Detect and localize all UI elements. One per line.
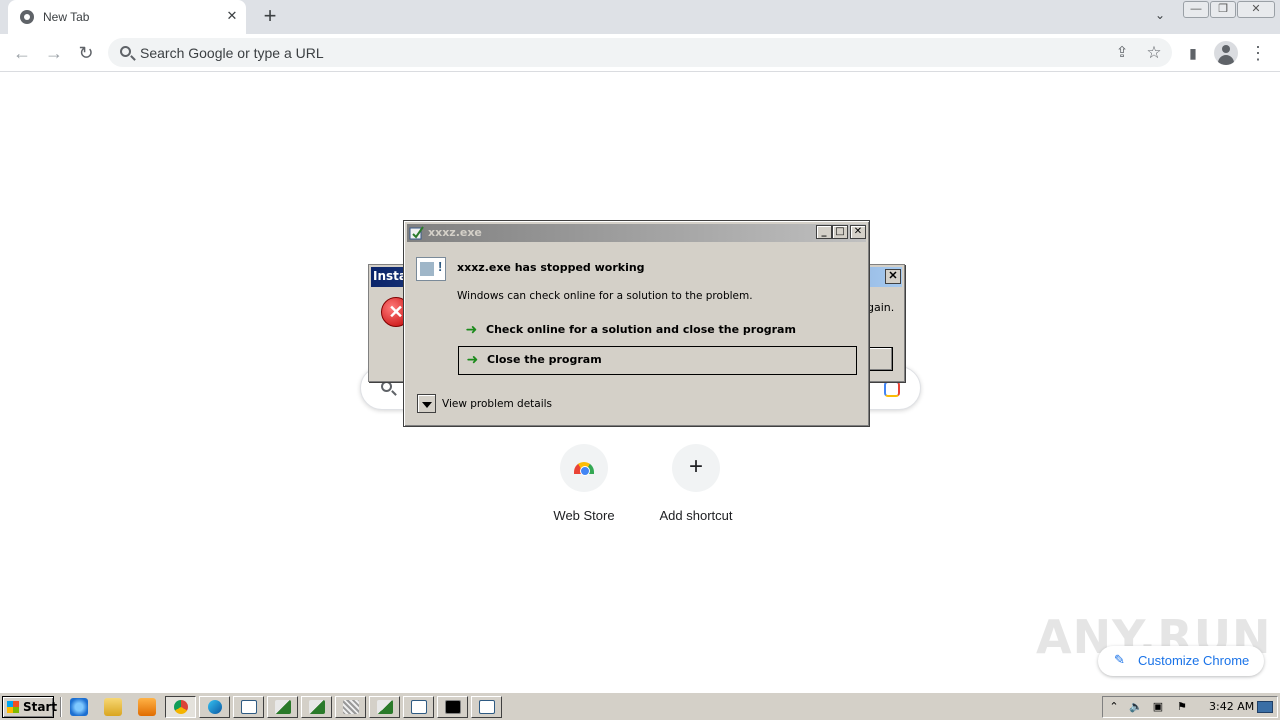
crash-dialog-titlebar[interactable]: xxxz.exe _ □ ✕ [407, 224, 866, 242]
plus-icon: + [688, 453, 703, 480]
forward-button[interactable]: → [43, 42, 65, 64]
folder-icon[interactable] [104, 698, 122, 716]
shortcut-web-store[interactable]: Web Store [528, 444, 640, 534]
green-arrow-icon: ➜ [466, 352, 479, 368]
taskbar-item-console[interactable] [437, 696, 468, 718]
search-icon [381, 381, 392, 392]
pencil-icon: ✎ [1114, 652, 1125, 667]
start-button[interactable]: Start [2, 696, 58, 718]
app-icon [409, 226, 424, 240]
show-desktop-icon[interactable] [1257, 701, 1273, 713]
tab-close-icon[interactable]: ✕ [224, 8, 240, 24]
option-label: Close the program [487, 353, 602, 366]
shortcut-add[interactable]: + Add shortcut [640, 444, 752, 534]
clock[interactable]: 3:42 AM [1209, 700, 1254, 713]
omnibox[interactable]: ⇪ ☆ [108, 38, 1172, 67]
taskbar-separator [60, 697, 62, 717]
window-minimize-button[interactable]: — [1183, 1, 1209, 18]
taskbar-item-chrome[interactable] [165, 696, 196, 718]
new-tab-button[interactable]: + [258, 5, 282, 29]
back-button[interactable]: ← [11, 42, 33, 64]
crash-dialog-title: xxxz.exe [428, 226, 482, 239]
google-lens-icon[interactable] [884, 381, 900, 397]
shortcut-label: Add shortcut [659, 508, 733, 523]
view-details-label[interactable]: View problem details [442, 398, 552, 410]
taskbar-item-window-3[interactable] [471, 696, 502, 718]
program-window-icon [416, 257, 446, 281]
close-button[interactable]: ✕ [850, 225, 866, 239]
window-icon [479, 700, 495, 714]
window-close-button[interactable]: ✕ [1237, 1, 1275, 18]
view-details-toggle[interactable] [417, 394, 436, 413]
search-icon [120, 46, 131, 57]
chrome-icon [20, 10, 34, 24]
tab-new-tab[interactable]: New Tab ✕ [8, 0, 246, 34]
window-restore-button[interactable]: ❐ [1210, 1, 1236, 18]
tab-title: New Tab [43, 10, 90, 24]
side-panel-icon[interactable]: ▮ [1182, 42, 1204, 64]
action-center-flag-icon[interactable]: ⚑ [1175, 700, 1189, 714]
edge-icon [208, 700, 222, 714]
taskbar-item-installer-1[interactable] [267, 696, 298, 718]
crash-description: Windows can check online for a solution … [457, 290, 753, 302]
option-label: Check online for a solution and close th… [486, 323, 796, 336]
bookmark-star-icon[interactable]: ☆ [1144, 43, 1164, 63]
installer-icon [275, 700, 291, 714]
internet-explorer-icon[interactable] [70, 698, 88, 716]
reload-button[interactable]: ↻ [75, 42, 97, 64]
address-input[interactable] [140, 38, 1080, 67]
check-online-option[interactable]: ➜ Check online for a solution and close … [458, 317, 857, 346]
installer-icon [309, 700, 325, 714]
window-icon [411, 700, 427, 714]
media-player-icon[interactable] [138, 698, 156, 716]
taskbar-item-tool[interactable] [335, 696, 366, 718]
chrome-menu-icon[interactable]: ⋮ [1247, 42, 1269, 64]
taskbar-item-edge[interactable] [199, 696, 230, 718]
shortcut-tile [560, 444, 608, 492]
network-icon[interactable]: ▣ [1151, 700, 1165, 714]
crash-heading: xxxz.exe has stopped working [457, 261, 645, 274]
windows-flag-icon [7, 701, 19, 713]
volume-icon[interactable]: 🔈 [1129, 700, 1143, 714]
tab-search-chevron-icon[interactable]: ⌄ [1150, 8, 1170, 26]
command-prompt-icon [445, 700, 461, 714]
dialog-message: gain. [867, 301, 895, 314]
taskbar-item-window-2[interactable] [403, 696, 434, 718]
customize-chrome-label: Customize Chrome [1138, 653, 1250, 668]
shortcut-label: Web Store [553, 508, 615, 523]
minimize-button[interactable]: _ [816, 225, 832, 239]
maximize-button[interactable]: □ [832, 225, 848, 239]
web-store-icon [574, 462, 594, 476]
chevron-down-icon [422, 402, 432, 408]
system-tray: ⌃ 🔈 ▣ ⚑ 3:42 AM [1102, 696, 1278, 718]
dialog-title: Insta [373, 269, 407, 283]
customize-chrome-button[interactable]: ✎ Customize Chrome [1098, 646, 1264, 676]
start-label: Start [23, 700, 58, 714]
window-icon [241, 700, 257, 714]
taskbar-item-installer-3[interactable] [369, 696, 400, 718]
taskbar: Start ⌃ 🔈 ▣ ⚑ 3:42 AM [0, 692, 1280, 720]
installer-icon [377, 700, 393, 714]
taskbar-item-installer-2[interactable] [301, 696, 332, 718]
crash-dialog: xxxz.exe _ □ ✕ xxxz.exe has stopped work… [403, 220, 870, 427]
tab-strip: New Tab ✕ + ⌄ — ❐ ✕ [0, 0, 1280, 34]
chrome-icon [174, 700, 188, 714]
shortcut-tile: + [672, 444, 720, 492]
green-arrow-icon: ➜ [465, 322, 478, 338]
tool-icon [343, 700, 359, 714]
browser-toolbar: ← → ↻ ⇪ ☆ ▮ ⋮ [0, 34, 1280, 72]
close-program-option[interactable]: ➜ Close the program [458, 346, 857, 375]
dialog-close-button[interactable]: ✕ [885, 269, 901, 284]
profile-avatar-icon[interactable] [1214, 41, 1238, 65]
taskbar-item-window-1[interactable] [233, 696, 264, 718]
show-hidden-icons-icon[interactable]: ⌃ [1107, 700, 1121, 714]
share-icon[interactable]: ⇪ [1112, 43, 1132, 63]
